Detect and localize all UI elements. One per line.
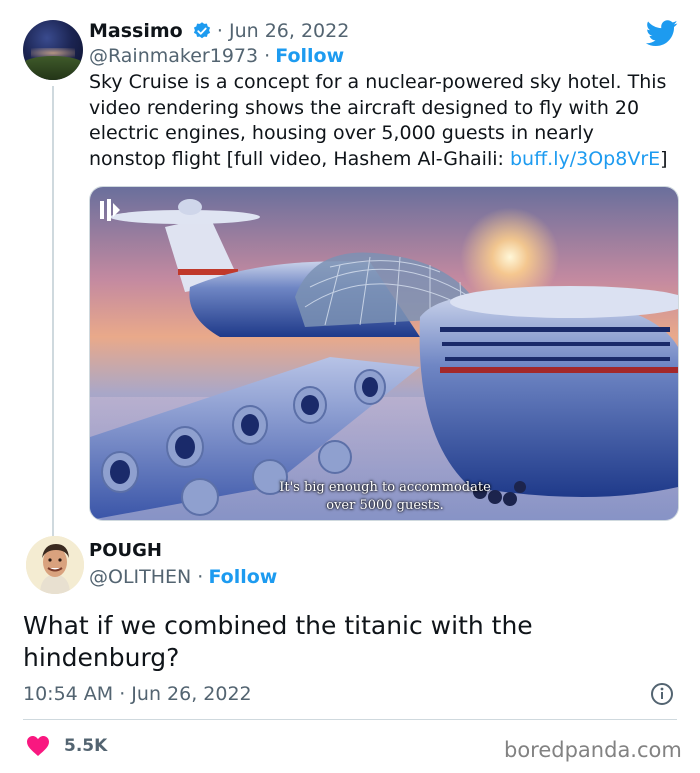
follow-button[interactable]: Follow	[275, 45, 344, 67]
reply-text: What if we combined the titanic with the…	[23, 610, 673, 674]
handle-row: @Rainmaker1973 · Follow	[89, 45, 344, 67]
tweet-text-line: Sky Cruise is a concept for a nuclear-po…	[89, 71, 667, 93]
thread-line	[52, 86, 54, 536]
tweet-text-line: nonstop flight [full video, Hashem Al-Gh…	[89, 147, 679, 173]
divider	[23, 719, 677, 720]
pough-avatar[interactable]	[26, 536, 84, 594]
video-thumbnail[interactable]: It's big enough to accommodate over 5000…	[89, 186, 679, 521]
quoted-tweet-text: Sky Cruise is a concept for a nuclear-po…	[89, 70, 679, 172]
like-count[interactable]: 5.5K	[64, 736, 107, 756]
caption-line: It's big enough to accommodate	[279, 480, 491, 495]
video-caption: It's big enough to accommodate over 5000…	[250, 479, 520, 515]
source-link[interactable]: buff.ly/3Op8VrE	[510, 148, 660, 170]
reply-timestamp[interactable]: 10:54 AM · Jun 26, 2022	[23, 683, 252, 705]
reply-follow-button[interactable]: Follow	[208, 566, 277, 588]
reply-text-line: What if we combined the titanic with the	[23, 611, 533, 640]
reply-handle-row: @OLITHEN · Follow	[89, 566, 277, 588]
massimo-avatar[interactable]	[23, 20, 83, 80]
aircraft-illustration	[90, 199, 678, 520]
reply-text-line: hindenburg?	[23, 643, 180, 672]
reply-header: POUGH	[89, 540, 162, 561]
author-handle[interactable]: @Rainmaker1973 ·	[89, 45, 270, 67]
caption-line: over 5000 guests.	[326, 498, 444, 513]
verified-badge-icon	[192, 21, 212, 45]
video-brand-icon	[98, 197, 122, 223]
tweet-text-line-4: nonstop flight [full video, Hashem Al-Gh…	[89, 147, 510, 170]
info-icon[interactable]	[650, 682, 674, 710]
boredpanda-watermark: boredpanda.com	[504, 738, 682, 762]
twitter-bird-icon[interactable]	[645, 20, 678, 51]
reply-author-handle[interactable]: @OLITHEN ·	[89, 566, 203, 588]
tweet-text-line: electric engines, housing over 5,000 gue…	[89, 122, 594, 144]
reply-author-name[interactable]: POUGH	[89, 540, 162, 561]
quoted-tweet-header: Massimo · Jun 26, 2022	[89, 20, 349, 45]
author-name[interactable]: Massimo	[89, 20, 183, 42]
heart-icon[interactable]	[26, 735, 50, 761]
tweet-text-line: video rendering shows the aircraft desig…	[89, 96, 640, 119]
text-tail: ]	[660, 147, 668, 170]
tweet-date[interactable]: · Jun 26, 2022	[217, 20, 349, 42]
